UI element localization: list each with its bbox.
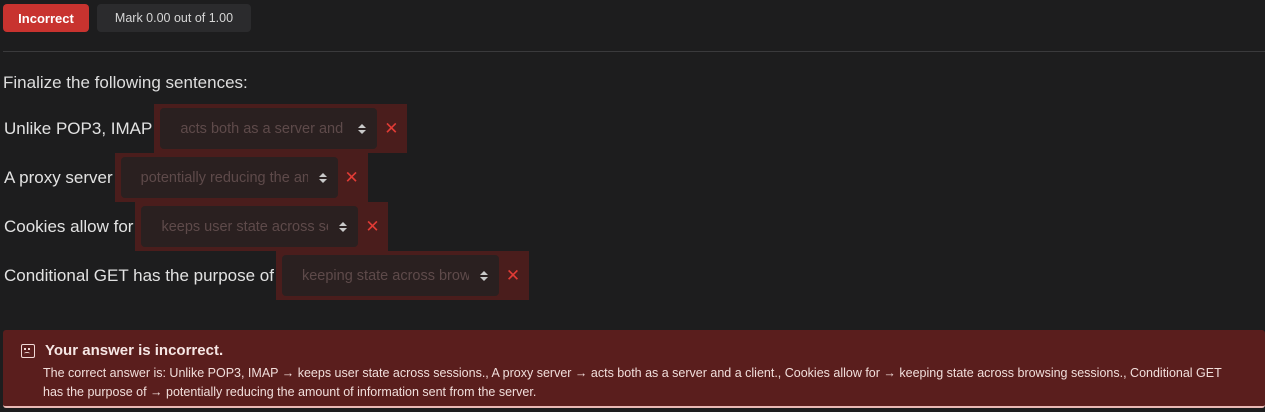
selected-option: potentially reducing the amount of infor… [140, 169, 308, 186]
divider [3, 51, 1265, 52]
answer-select[interactable]: keeps user state across sessions. [141, 206, 359, 247]
correct-answer-text: The correct answer is: Unlike POP3, IMAP… [43, 366, 1222, 399]
answer-highlight: acts both as a server and a client. ✕ [154, 104, 408, 153]
answer-row: Conditional GET has the purpose of keepi… [4, 251, 529, 300]
answer-highlight: keeping state across browsing sessions. … [275, 251, 529, 300]
answer-row: Cookies allow for keeps user state acros… [4, 202, 389, 251]
row-label: Unlike POP3, IMAP [4, 118, 153, 138]
up-down-caret-icon [469, 270, 499, 281]
up-down-caret-icon [328, 221, 358, 232]
up-down-caret-icon [308, 172, 338, 183]
close-icon: ✕ [505, 266, 521, 285]
answer-select[interactable]: potentially reducing the amount of infor… [120, 157, 338, 198]
selected-option: acts both as a server and a client. [180, 120, 347, 137]
feedback-header: Your answer is incorrect. [21, 342, 223, 359]
row-label: A proxy server [4, 167, 113, 187]
row-label: Cookies allow for [4, 216, 134, 236]
selected-option: keeps user state across sessions. [161, 218, 328, 235]
answer-row: A proxy server potentially reducing the … [4, 153, 368, 202]
answer-select[interactable]: acts both as a server and a client. [160, 108, 378, 149]
feedback-title: Your answer is incorrect. [45, 342, 224, 359]
up-down-caret-icon [347, 123, 377, 134]
answer-select[interactable]: keeping state across browsing sessions. [281, 255, 499, 296]
sad-face-icon [21, 343, 35, 358]
row-label: Conditional GET has the purpose of [4, 265, 274, 285]
selected-option: keeping state across browsing sessions. [301, 267, 469, 284]
answer-row: Unlike POP3, IMAP acts both as a server … [4, 104, 408, 153]
answer-highlight: potentially reducing the amount of infor… [114, 153, 368, 202]
close-icon: ✕ [384, 119, 399, 138]
incorrect-badge: Incorrect [3, 4, 89, 32]
close-icon: ✕ [344, 168, 359, 187]
feedback-panel: Your answer is incorrect. The correct an… [3, 330, 1265, 408]
mark-badge: Mark 0.00 out of 1.00 [97, 4, 251, 32]
question-status-bar: Incorrect Mark 0.00 out of 1.00 [3, 4, 251, 32]
close-icon: ✕ [365, 217, 380, 236]
answer-highlight: keeps user state across sessions. ✕ [135, 202, 389, 251]
question-prompt: Finalize the following sentences: [3, 73, 248, 92]
